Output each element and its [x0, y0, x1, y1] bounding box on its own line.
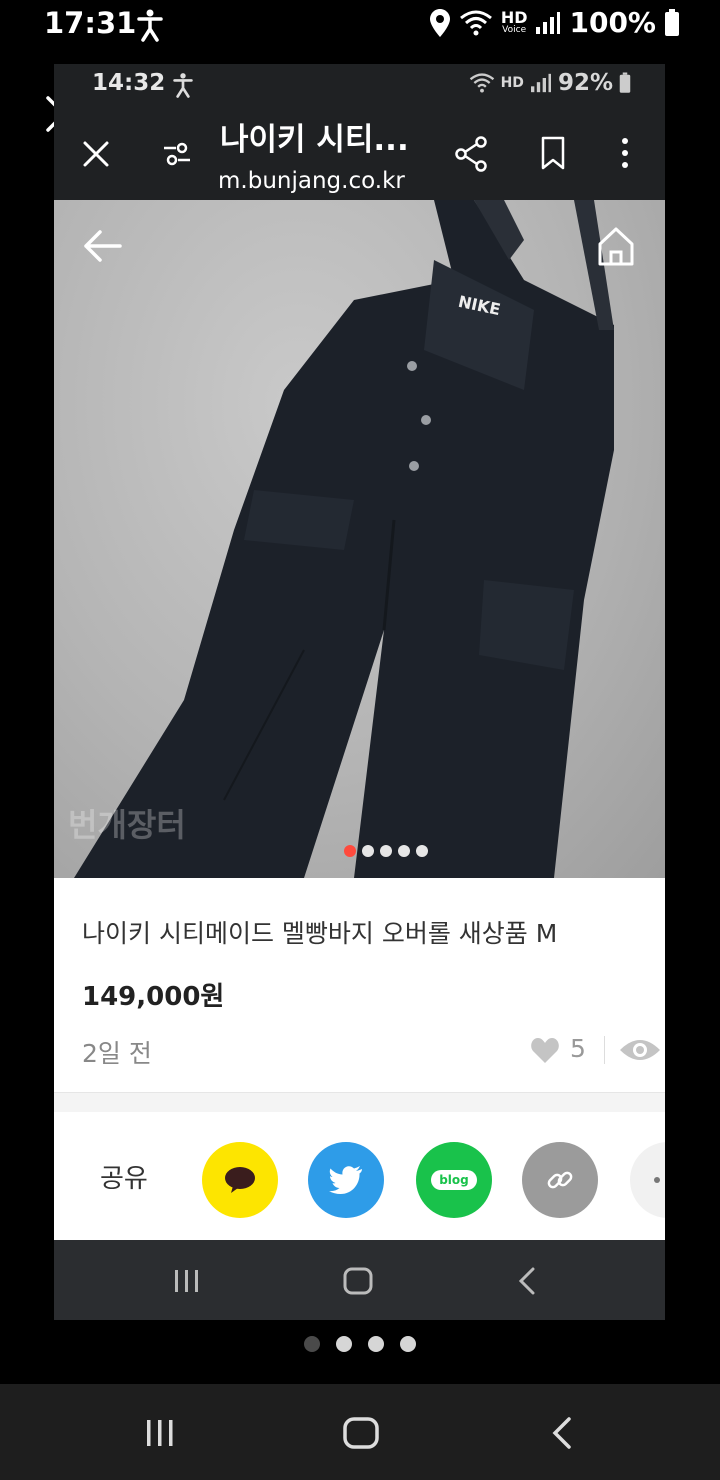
hd-voice-badge: HD Voice	[501, 10, 528, 35]
image-pager-dot[interactable]	[416, 845, 428, 857]
screenshot-image: 14:32 HD 92% 나이키 시티... m.bunjang.co.kr N…	[54, 64, 665, 1320]
share-label: 공유	[100, 1164, 148, 1194]
kakaotalk-icon	[225, 1167, 255, 1193]
gallery-pager-dot[interactable]	[336, 1336, 352, 1352]
more-share-button[interactable]	[630, 1142, 665, 1218]
blog-label: blog	[431, 1170, 477, 1190]
recent-apps-icon[interactable]	[144, 1418, 176, 1448]
page-title: 나이키 시티...	[220, 122, 409, 158]
outer-status-icons: HD Voice 100%	[429, 6, 680, 39]
battery-icon	[619, 72, 631, 93]
recent-apps-icon[interactable]	[172, 1268, 202, 1294]
outer-navigation-bar	[0, 1384, 720, 1480]
inner-status-bar: 14:32 HD 92%	[54, 64, 665, 104]
back-button-icon[interactable]	[516, 1266, 538, 1296]
link-icon	[547, 1171, 573, 1189]
inner-clock: 14:32	[92, 70, 166, 96]
home-icon[interactable]	[596, 224, 636, 268]
outer-clock: 17:31	[44, 6, 137, 40]
stat-divider	[604, 1036, 605, 1064]
share-icon[interactable]	[454, 136, 488, 172]
back-arrow-icon[interactable]	[80, 224, 124, 268]
signal-icon	[530, 73, 551, 93]
image-pager-dot[interactable]	[362, 845, 374, 857]
inner-navigation-bar	[54, 1240, 665, 1320]
wifi-icon	[459, 10, 492, 35]
kakaotalk-share-button[interactable]	[202, 1142, 278, 1218]
posted-time: 2일 전	[82, 1039, 152, 1068]
product-photo[interactable]: NIKE 번개장터	[54, 200, 665, 878]
location-icon	[429, 8, 450, 37]
accessibility-icon	[137, 9, 163, 42]
battery-percent: 100%	[569, 6, 656, 39]
overall-pants-graphic	[74, 200, 614, 878]
close-tab-icon[interactable]	[82, 140, 110, 168]
image-pager-dot[interactable]	[344, 845, 356, 857]
battery-percent: 92%	[557, 70, 613, 96]
product-title: 나이키 시티메이드 멜빵바지 오버롤 새상품 M	[82, 919, 558, 948]
home-button-icon[interactable]	[342, 1266, 374, 1296]
eye-icon	[620, 1040, 660, 1060]
wifi-icon	[469, 73, 494, 93]
gallery-pager	[304, 1336, 416, 1352]
product-info: 나이키 시티메이드 멜빵바지 오버롤 새상품 M 149,000원 2일 전 5	[54, 878, 665, 1118]
tune-icon[interactable]	[162, 140, 192, 168]
browser-toolbar: 나이키 시티... m.bunjang.co.kr	[54, 104, 665, 200]
heart-icon[interactable]	[530, 1036, 560, 1064]
naver-blog-share-button[interactable]: blog	[416, 1142, 492, 1218]
image-pager-dot[interactable]	[380, 845, 392, 857]
more-vert-icon[interactable]	[618, 136, 632, 170]
twitter-icon	[329, 1166, 362, 1194]
battery-icon	[665, 8, 679, 36]
image-pager	[344, 845, 428, 857]
hd-sub-label: Voice	[502, 25, 527, 35]
like-count: 5	[570, 1034, 586, 1063]
signal-icon	[536, 11, 561, 34]
gallery-pager-dot[interactable]	[304, 1336, 320, 1352]
hd-label: HD	[500, 75, 524, 91]
inner-status-icons: HD 92%	[469, 70, 631, 96]
accessibility-icon	[173, 73, 193, 98]
twitter-share-button[interactable]	[308, 1142, 384, 1218]
back-button-icon[interactable]	[550, 1416, 574, 1450]
more-horiz-icon	[654, 1177, 660, 1183]
share-row: 공유 blog	[54, 1112, 665, 1240]
hd-label: HD	[500, 8, 528, 27]
gallery-pager-dot[interactable]	[400, 1336, 416, 1352]
section-divider	[54, 1092, 665, 1112]
copy-link-button[interactable]	[522, 1142, 598, 1218]
outer-status-bar: 17:31 HD Voice 100%	[0, 0, 720, 50]
product-price: 149,000원	[82, 982, 225, 1012]
watermark: 번개장터	[68, 806, 186, 844]
bookmark-icon[interactable]	[540, 136, 566, 170]
page-url[interactable]: m.bunjang.co.kr	[218, 168, 405, 194]
gallery-pager-dot[interactable]	[368, 1336, 384, 1352]
home-button-icon[interactable]	[342, 1416, 380, 1450]
image-pager-dot[interactable]	[398, 845, 410, 857]
